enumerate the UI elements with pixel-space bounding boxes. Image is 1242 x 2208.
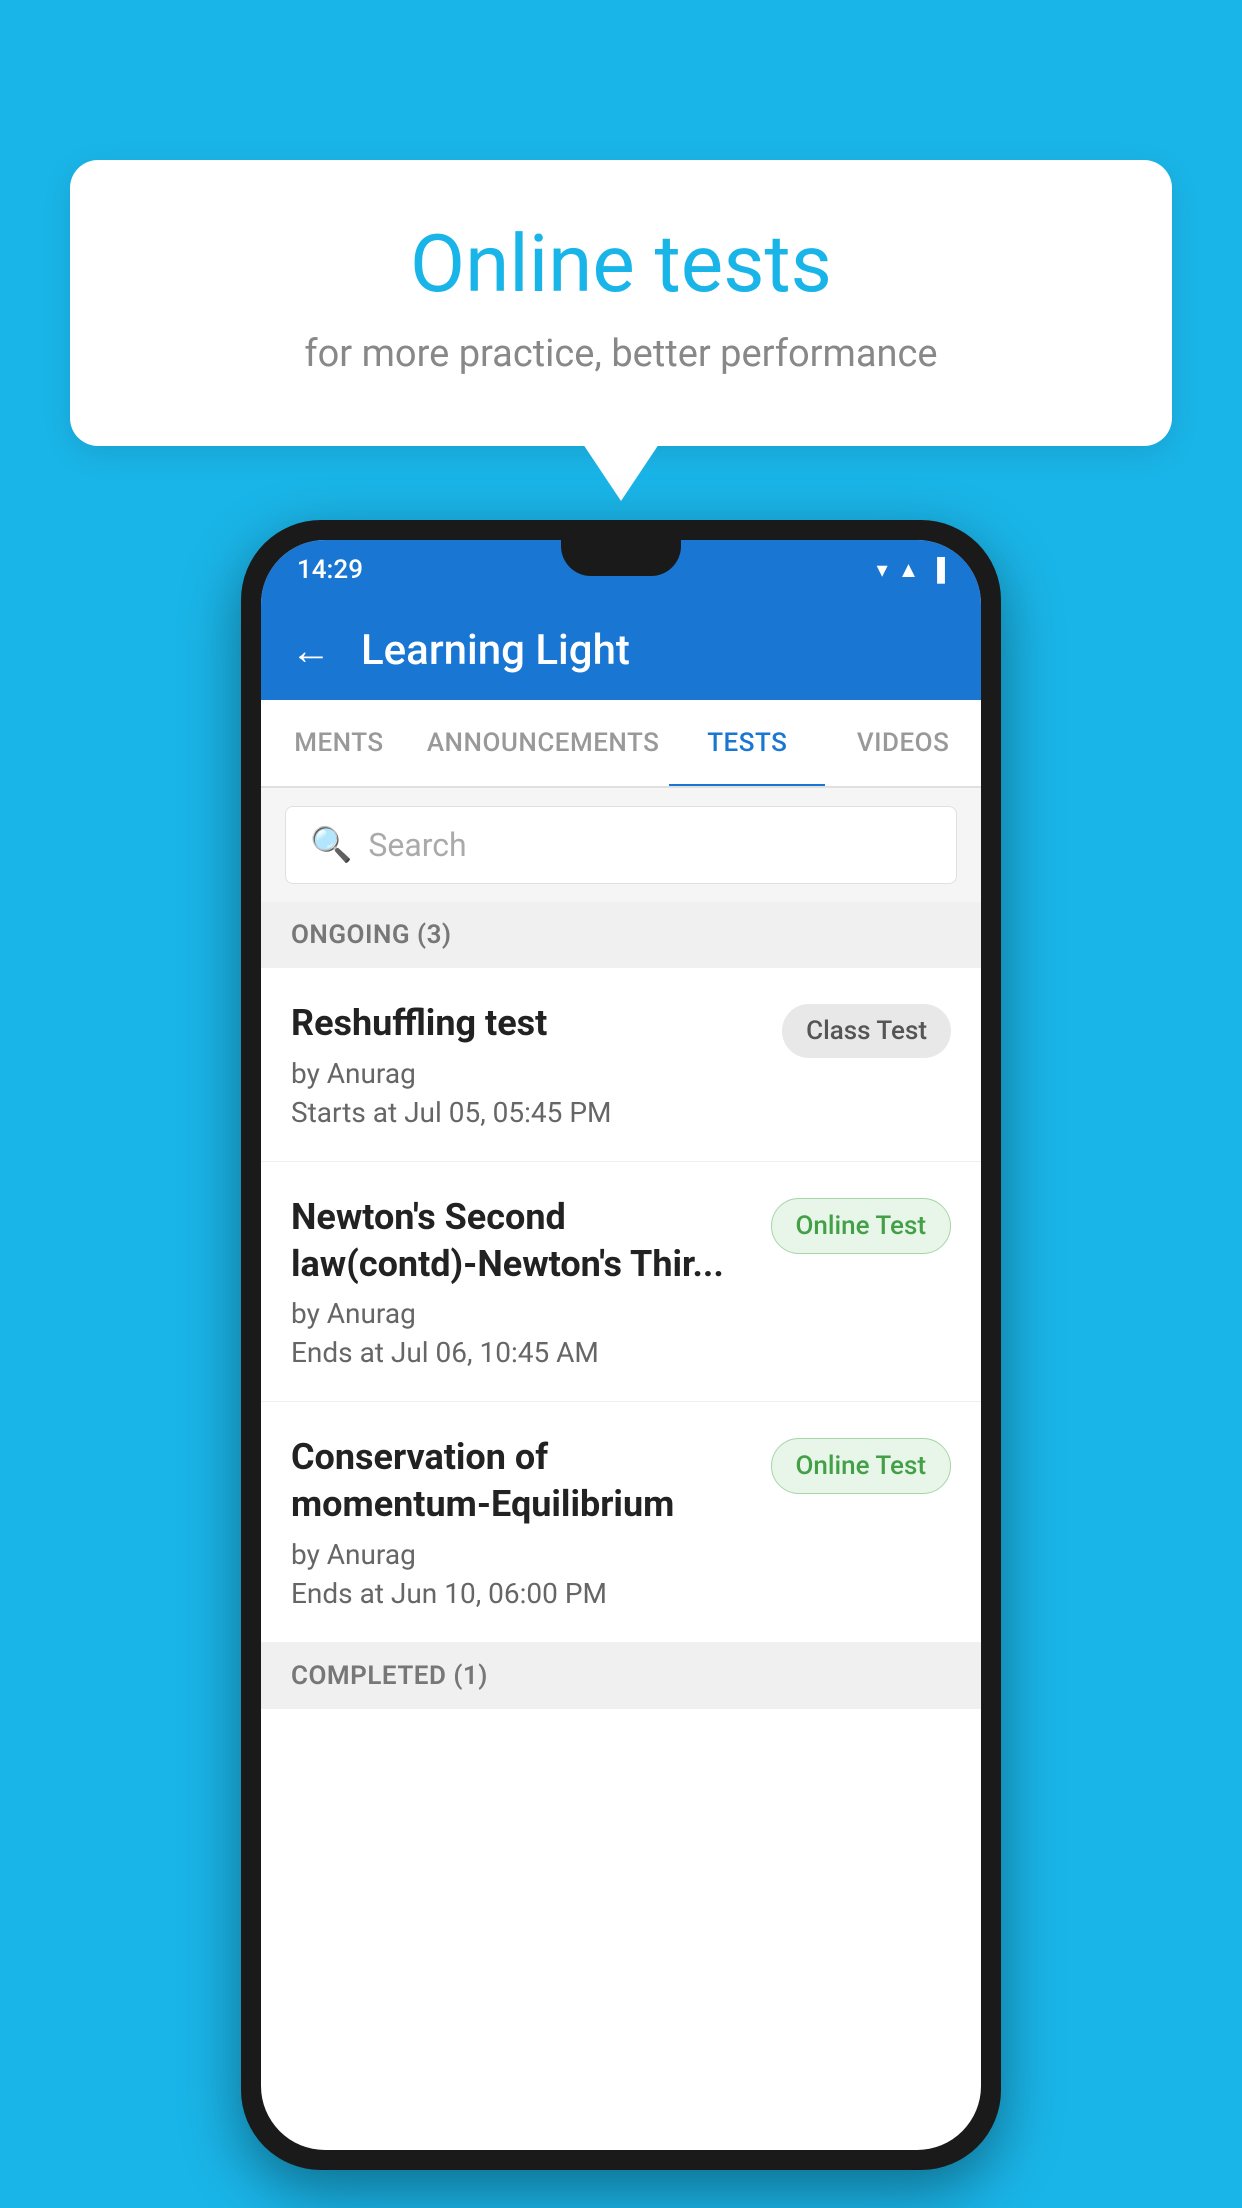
status-bar: 14:29 ▾ ▲ ▐	[261, 540, 981, 600]
test-author: by Anurag	[291, 1538, 751, 1571]
status-icons: ▾ ▲ ▐	[877, 557, 945, 583]
search-bar[interactable]: 🔍 Search	[285, 806, 957, 884]
test-author: by Anurag	[291, 1057, 762, 1090]
speech-bubble-title: Online tests	[150, 220, 1092, 308]
test-author: by Anurag	[291, 1297, 751, 1330]
tab-videos[interactable]: VIDEOS	[825, 700, 981, 786]
test-info: Reshuffling test by Anurag Starts at Jul…	[291, 1000, 782, 1129]
status-time: 14:29	[297, 555, 363, 585]
test-date: Ends at Jun 10, 06:00 PM	[291, 1577, 751, 1610]
completed-section-header: COMPLETED (1)	[261, 1643, 981, 1709]
speech-bubble: Online tests for more practice, better p…	[70, 160, 1172, 446]
tabs-container: MENTS ANNOUNCEMENTS TESTS VIDEOS	[261, 700, 981, 788]
test-item[interactable]: Conservation of momentum-Equilibrium by …	[261, 1402, 981, 1643]
speech-bubble-subtitle: for more practice, better performance	[150, 332, 1092, 376]
notch	[561, 540, 681, 576]
ongoing-section-header: ONGOING (3)	[261, 902, 981, 968]
test-name: Reshuffling test	[291, 1000, 762, 1047]
test-item[interactable]: Newton's Second law(contd)-Newton's Thir…	[261, 1162, 981, 1403]
test-item[interactable]: Reshuffling test by Anurag Starts at Jul…	[261, 968, 981, 1162]
test-date: Starts at Jul 05, 05:45 PM	[291, 1096, 762, 1129]
test-name: Newton's Second law(contd)-Newton's Thir…	[291, 1194, 751, 1288]
phone-inner: 14:29 ▾ ▲ ▐ ← Learning Light MENTS ANNOU…	[261, 540, 981, 2150]
test-date: Ends at Jul 06, 10:45 AM	[291, 1336, 751, 1369]
speech-bubble-container: Online tests for more practice, better p…	[70, 160, 1172, 446]
test-badge-online-2: Online Test	[771, 1438, 952, 1494]
battery-icon: ▐	[929, 557, 945, 583]
app-bar: ← Learning Light	[261, 600, 981, 700]
tab-announcements[interactable]: ANNOUNCEMENTS	[417, 700, 670, 786]
tab-tests[interactable]: TESTS	[669, 700, 825, 786]
back-button[interactable]: ←	[291, 627, 331, 674]
test-info: Newton's Second law(contd)-Newton's Thir…	[291, 1194, 771, 1370]
search-input[interactable]: Search	[368, 826, 466, 864]
test-badge-class: Class Test	[782, 1004, 951, 1058]
test-info: Conservation of momentum-Equilibrium by …	[291, 1434, 771, 1610]
search-icon: 🔍	[310, 825, 352, 865]
wifi-icon: ▾	[877, 558, 888, 583]
test-list: Reshuffling test by Anurag Starts at Jul…	[261, 968, 981, 1643]
app-title: Learning Light	[361, 626, 630, 675]
signal-icon: ▲	[898, 557, 920, 583]
test-badge-online: Online Test	[771, 1198, 952, 1254]
phone-frame: 14:29 ▾ ▲ ▐ ← Learning Light MENTS ANNOU…	[241, 520, 1001, 2170]
test-name: Conservation of momentum-Equilibrium	[291, 1434, 751, 1528]
tab-ments[interactable]: MENTS	[261, 700, 417, 786]
search-container: 🔍 Search	[261, 788, 981, 902]
